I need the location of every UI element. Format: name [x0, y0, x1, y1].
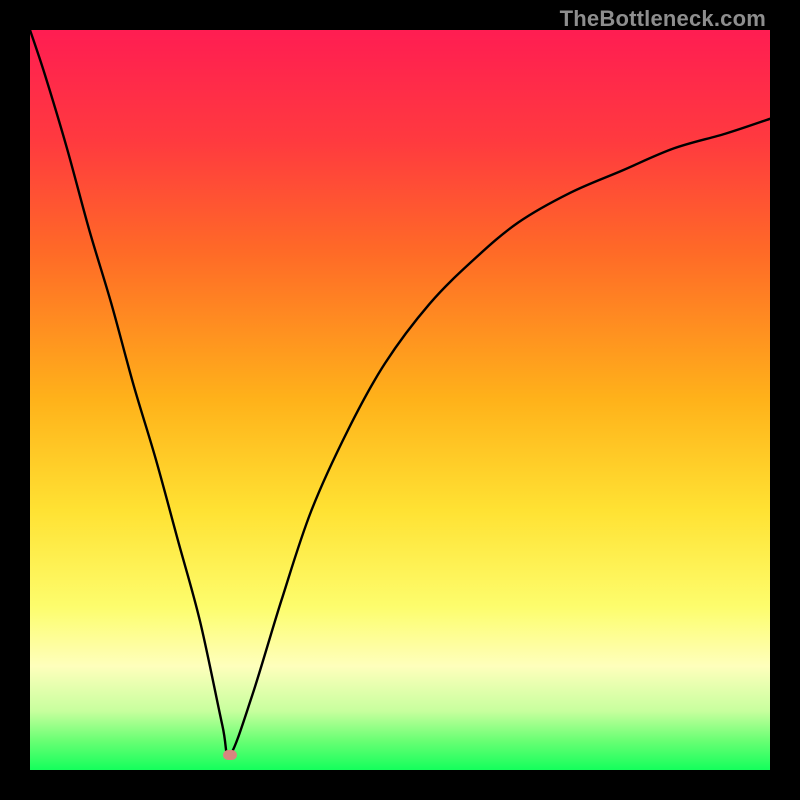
watermark-label: TheBottleneck.com: [560, 6, 766, 32]
minimum-marker: [223, 750, 237, 760]
bottleneck-curve: [30, 30, 770, 770]
plot-area: [30, 30, 770, 770]
chart-frame: TheBottleneck.com: [0, 0, 800, 800]
